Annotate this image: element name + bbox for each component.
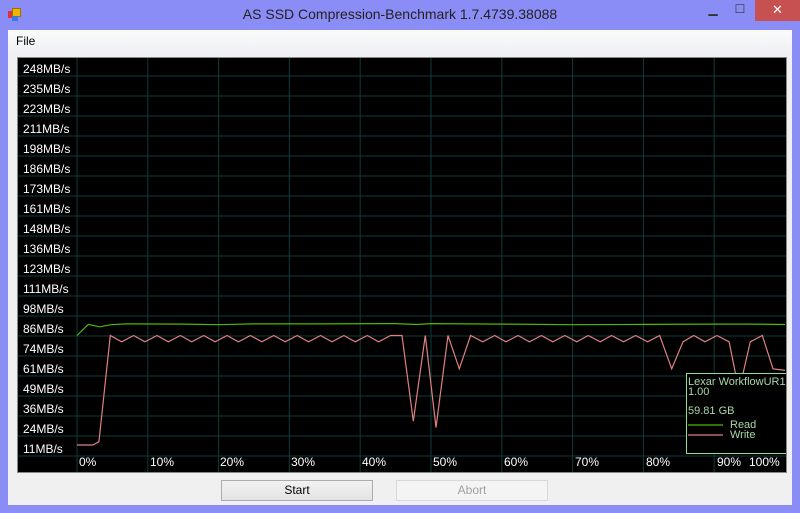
menu-bar: File	[8, 30, 792, 54]
y-tick-label: 148MB/s	[23, 222, 70, 236]
window-title: AS SSD Compression-Benchmark 1.7.4739.38…	[242, 6, 558, 22]
legend-firmware: 1.00	[688, 386, 709, 398]
y-tick-label: 123MB/s	[23, 262, 70, 276]
x-tick-label: 60%	[504, 455, 528, 469]
abort-button[interactable]: Abort	[396, 480, 548, 501]
y-tick-label: 49MB/s	[23, 382, 64, 396]
benchmark-chart: 248MB/s 235MB/s 223MB/s 211MB/s 198MB/s 186MB…	[17, 57, 787, 473]
x-tick-label: 0%	[79, 455, 97, 469]
y-tick-label: 161MB/s	[23, 202, 70, 216]
y-tick-label: 248MB/s	[23, 62, 70, 76]
y-tick-label: 198MB/s	[23, 142, 70, 156]
maximize-button[interactable]: ☐	[727, 0, 753, 21]
y-tick-label: 11MB/s	[23, 442, 63, 456]
x-tick-label: 80%	[646, 455, 670, 469]
x-tick-label: 40%	[362, 455, 386, 469]
y-tick-label: 74MB/s	[23, 342, 64, 356]
client-area: File 248MB/s 235MB/s 223MB/s 211MB/s 198MB/s…	[8, 30, 792, 505]
title-bar: AS SSD Compression-Benchmark 1.7.4739.38…	[0, 0, 800, 30]
y-tick-label: 173MB/s	[23, 182, 70, 196]
y-tick-label: 211MB/s	[23, 122, 69, 136]
x-tick-label: 90%	[717, 455, 741, 469]
start-button[interactable]: Start	[221, 480, 373, 501]
x-tick-label: 50%	[433, 455, 457, 469]
legend-write-label: Write	[730, 429, 755, 441]
y-tick-label: 111MB/s	[23, 282, 69, 296]
y-tick-label: 24MB/s	[23, 422, 64, 436]
x-tick-label: 10%	[150, 455, 174, 469]
x-tick-label: 30%	[291, 455, 315, 469]
x-tick-label: 100%	[749, 455, 780, 469]
close-button[interactable]: ✕	[755, 0, 800, 21]
y-tick-label: 61MB/s	[23, 362, 64, 376]
x-tick-label: 70%	[575, 455, 599, 469]
chart-svg: 248MB/s 235MB/s 223MB/s 211MB/s 198MB/s 186MB…	[18, 58, 786, 472]
y-tick-label: 98MB/s	[23, 302, 64, 316]
minimize-button[interactable]: ▁	[700, 0, 726, 21]
y-tick-label: 235MB/s	[23, 82, 70, 96]
y-tick-label: 86MB/s	[23, 322, 64, 336]
y-tick-label: 136MB/s	[23, 242, 70, 256]
legend-capacity: 59.81 GB	[688, 405, 734, 417]
y-tick-label: 223MB/s	[23, 102, 70, 116]
y-tick-label: 36MB/s	[23, 402, 64, 416]
menu-file[interactable]: File	[16, 34, 35, 48]
y-tick-label: 186MB/s	[23, 162, 70, 176]
x-tick-label: 20%	[220, 455, 244, 469]
